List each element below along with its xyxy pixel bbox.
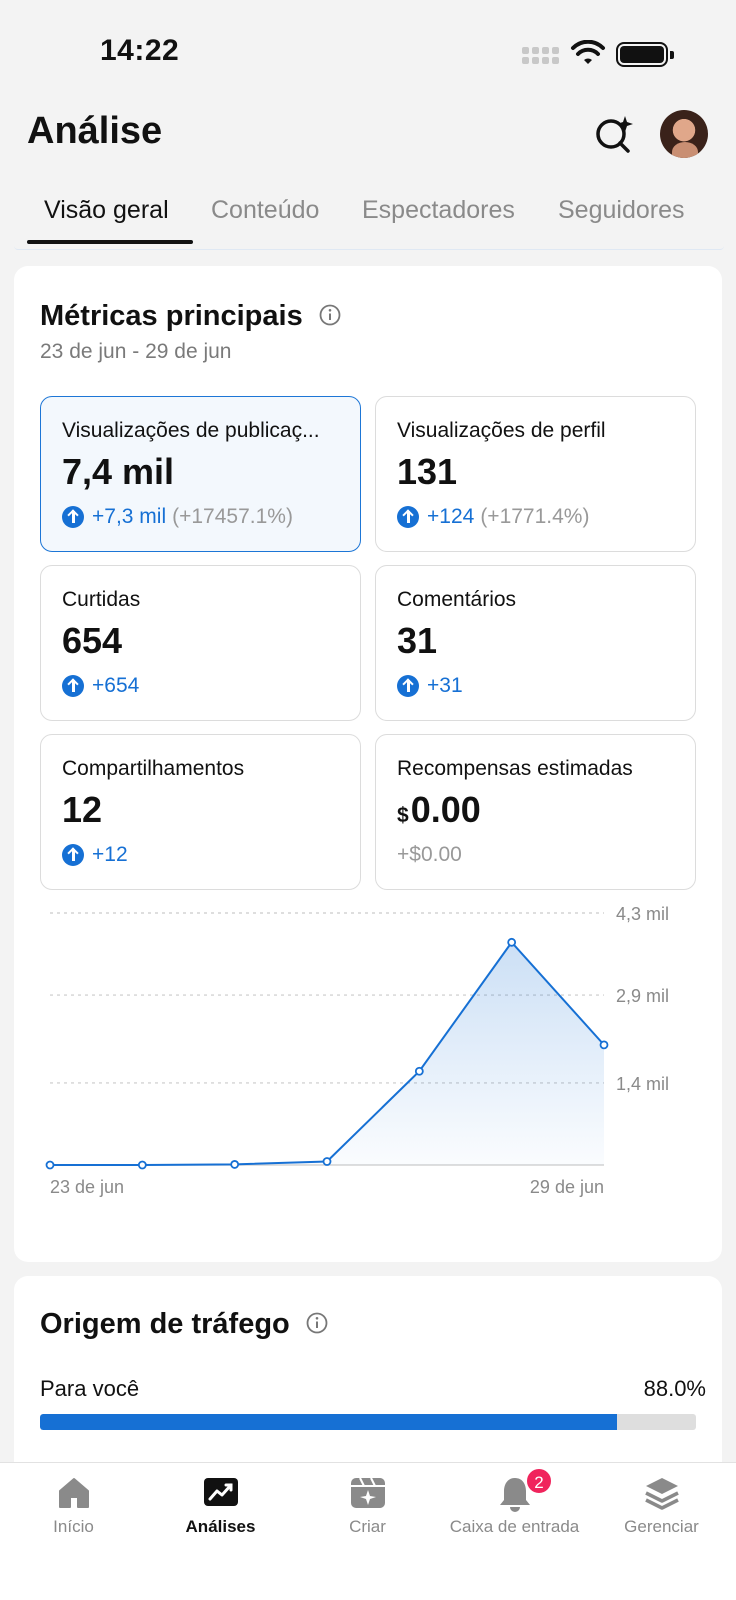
wifi-icon bbox=[571, 40, 605, 64]
y-tick-label: 4,3 mil bbox=[616, 904, 669, 924]
sparkle-search-icon[interactable] bbox=[592, 112, 636, 156]
nav-label: Início bbox=[53, 1517, 94, 1536]
active-tab-indicator bbox=[27, 240, 193, 244]
data-point[interactable] bbox=[599, 1040, 609, 1050]
avatar[interactable] bbox=[660, 110, 708, 158]
data-point[interactable] bbox=[414, 1066, 424, 1076]
tab-bar: Visão geral Conteúdo Espectadores Seguid… bbox=[0, 186, 736, 250]
traffic-source-card: Origem de tráfego Para você 88.0% bbox=[14, 1276, 722, 1476]
x-tick-label: 29 de jun bbox=[530, 1177, 604, 1197]
traffic-title: Origem de tráfego bbox=[40, 1308, 290, 1340]
traffic-source-value: 88.0% bbox=[643, 1376, 706, 1401]
status-bar: 14:22 bbox=[0, 0, 736, 100]
x-tick-label: 23 de jun bbox=[50, 1177, 124, 1197]
tab-overview[interactable]: Visão geral bbox=[44, 196, 169, 225]
data-point[interactable] bbox=[45, 1160, 55, 1170]
y-tick-label: 2,9 mil bbox=[616, 986, 669, 1006]
section-title: Origem de tráfego bbox=[40, 1308, 328, 1341]
data-point[interactable] bbox=[507, 937, 517, 947]
nav-create[interactable]: Criar bbox=[294, 1463, 441, 1563]
analytics-icon bbox=[203, 1478, 238, 1506]
nav-analytics[interactable]: Análises bbox=[147, 1463, 294, 1563]
nav-manage[interactable]: Gerenciar bbox=[588, 1463, 735, 1563]
divider bbox=[14, 246, 724, 250]
tab-viewers[interactable]: Espectadores bbox=[362, 196, 515, 225]
y-tick-label: 1,4 mil bbox=[616, 1074, 669, 1094]
nav-label: Caixa de entrada bbox=[449, 1517, 580, 1536]
traffic-source-label: Para você bbox=[40, 1376, 140, 1401]
create-icon bbox=[350, 1477, 385, 1508]
nav-label: Gerenciar bbox=[624, 1517, 699, 1536]
nav-label: Criar bbox=[349, 1517, 386, 1536]
data-point[interactable] bbox=[322, 1157, 332, 1166]
battery-icon bbox=[616, 42, 674, 67]
layers-icon bbox=[644, 1478, 679, 1510]
traffic-progress-fill bbox=[40, 1414, 618, 1430]
tab-followers[interactable]: Seguidores bbox=[558, 196, 684, 225]
series-area bbox=[50, 942, 604, 1165]
traffic-progress-bar bbox=[40, 1414, 696, 1430]
notification-badge: 2 bbox=[525, 1467, 553, 1495]
nav-inbox[interactable]: 2 Caixa de entrada bbox=[441, 1463, 588, 1563]
home-icon bbox=[58, 1478, 89, 1508]
status-time: 14:22 bbox=[100, 34, 180, 67]
bottom-navigation: Início Análises Criar 2 Caixa de entrada bbox=[0, 1462, 736, 1600]
info-icon[interactable] bbox=[306, 1312, 328, 1334]
nav-label: Análises bbox=[185, 1517, 256, 1536]
nav-home[interactable]: Início bbox=[0, 1463, 147, 1563]
tab-content[interactable]: Conteúdo bbox=[211, 196, 319, 225]
page-title: Análise bbox=[27, 110, 163, 152]
data-point[interactable] bbox=[137, 1160, 147, 1170]
data-point[interactable] bbox=[230, 1160, 240, 1169]
cellular-signal-icon bbox=[522, 47, 559, 64]
post-views-chart[interactable]: 4,3 mil 2,9 mil 1,4 mil 23 de jun 29 de jun bbox=[14, 266, 722, 1262]
key-metrics-card: Métricas principais 23 de jun - 29 de ju… bbox=[14, 266, 722, 1262]
